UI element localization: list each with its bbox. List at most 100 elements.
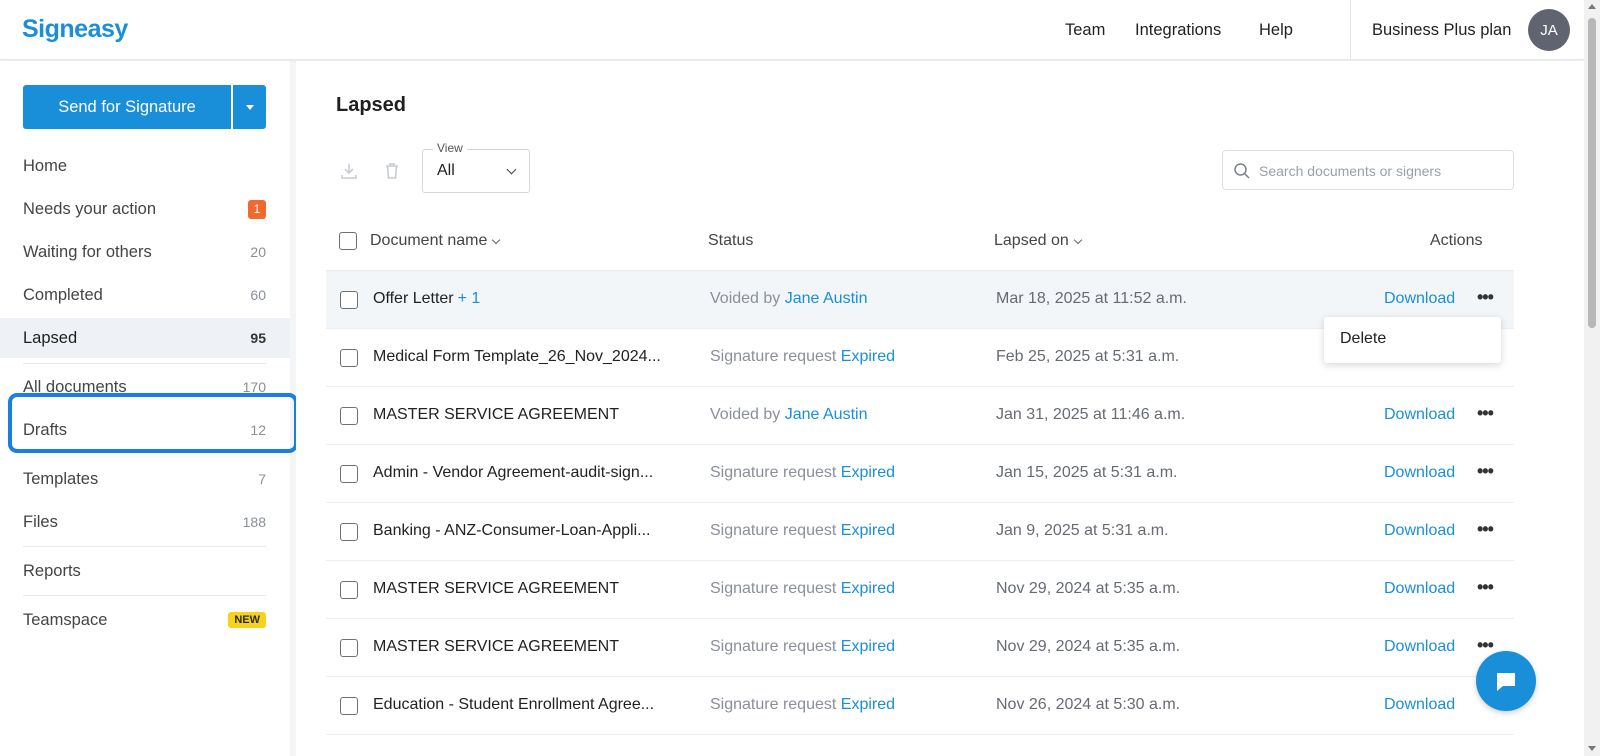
row-checkbox[interactable] [340,349,358,367]
row-checkbox[interactable] [340,465,358,483]
sidebar-item-count: 188 [242,514,266,530]
chevron-down-icon [506,164,517,175]
row-checkbox[interactable] [340,407,358,425]
sidebar-item-reports[interactable]: Reports [0,551,290,591]
top-bar: Signeasy Team Integrations Help Business… [0,0,1584,60]
row-checkbox[interactable] [340,697,358,715]
scroll-thumb[interactable] [1588,18,1596,328]
search-icon [1234,163,1250,179]
scroll-down-icon[interactable] [1588,746,1596,751]
download-link[interactable]: Download [1384,406,1455,424]
nav-integrations[interactable]: Integrations [1135,0,1221,60]
sidebar-item-teamspace[interactable]: Teamspace NEW [0,600,290,640]
lapsed-date: Nov 29, 2024 at 5:35 a.m. [996,580,1181,597]
download-link[interactable]: Download [1384,464,1455,482]
more-actions-icon[interactable]: ••• [1477,287,1494,308]
more-actions-icon[interactable]: ••• [1477,577,1494,598]
status-highlight: Expired [840,696,896,713]
table-row[interactable]: Education - Student Enrollment Agree... … [326,677,1514,735]
view-select[interactable]: View All [422,141,530,193]
download-link[interactable]: Download [1384,522,1455,540]
row-checkbox[interactable] [340,639,358,657]
sort-chevron-icon [492,235,501,244]
plan-label[interactable]: Business Plus plan [1372,0,1511,60]
more-actions-icon[interactable]: ••• [1477,403,1494,424]
document-name[interactable]: MASTER SERVICE AGREEMENT [373,580,619,598]
document-name[interactable]: Medical Form Template_26_Nov_2024... [373,348,661,366]
row-checkbox[interactable] [340,581,358,599]
document-name[interactable]: Education - Student Enrollment Agree... [373,696,654,714]
scroll-up-icon[interactable] [1588,4,1596,9]
row-checkbox[interactable] [340,523,358,541]
view-value: All [437,162,455,179]
sidebar-item-count: 7 [258,471,266,487]
column-lapsed-on[interactable]: Lapsed on [994,232,1082,250]
download-icon[interactable] [338,160,360,182]
row-actions-menu: Delete [1324,317,1501,363]
column-label: Actions [1430,232,1483,249]
vertical-scrollbar[interactable] [1584,0,1600,756]
sort-chevron-icon [1073,235,1082,244]
download-link[interactable]: Download [1384,290,1455,308]
nav-help[interactable]: Help [1259,0,1293,60]
sidebar-item-completed[interactable]: Completed 60 [0,275,290,315]
row-status: Voided by Jane Austin [710,406,868,423]
document-name[interactable]: Admin - Vendor Agreement-audit-sign... [373,464,653,482]
column-actions: Actions [1430,232,1482,250]
sidebar-item-count: 20 [250,244,266,260]
trash-icon[interactable] [381,160,403,182]
row-checkbox[interactable] [340,291,358,309]
extra-recipients[interactable]: + 1 [458,290,481,307]
app-logo[interactable]: Signeasy [22,15,128,44]
row-status: Signature request Expired [710,580,896,597]
more-actions-icon[interactable]: ••• [1477,635,1494,656]
table-row[interactable]: Banking - ANZ-Consumer-Loan-Appli... Sig… [326,503,1514,561]
topbar-divider [1350,0,1351,60]
status-highlight: Expired [840,464,896,481]
sidebar-item-files[interactable]: Files 188 [0,502,290,542]
document-name[interactable]: MASTER SERVICE AGREEMENT [373,638,619,656]
sidebar-item-label: Templates [23,469,99,488]
document-name[interactable]: MASTER SERVICE AGREEMENT [373,406,619,424]
menu-item-delete[interactable]: Delete [1340,330,1386,348]
view-legend: View [433,141,467,155]
document-name[interactable]: Banking - ANZ-Consumer-Loan-Appli... [373,522,650,540]
more-actions-icon[interactable]: ••• [1477,519,1494,540]
status-highlight: Expired [840,348,896,365]
status-highlight: Expired [840,580,896,597]
lapsed-date: Jan 31, 2025 at 11:46 a.m. [996,406,1186,423]
status-highlight: Expired [840,638,896,655]
needs-action-badge: 1 [248,199,266,219]
column-status: Status [708,232,753,250]
sidebar-item-waiting-for-others[interactable]: Waiting for others 20 [0,232,290,272]
sidebar-item-home[interactable]: Home [0,146,290,186]
chat-support-button[interactable] [1476,651,1536,711]
sidebar-item-label: Reports [23,561,81,580]
table-row[interactable]: MASTER SERVICE AGREEMENT Voided by Jane … [326,387,1514,445]
send-options-caret-icon[interactable] [233,85,266,129]
nav-team[interactable]: Team [1065,0,1105,60]
column-label: Status [708,232,754,249]
lapsed-date: Nov 26, 2024 at 5:30 a.m. [996,696,1181,713]
status-highlight: Jane Austin [784,290,868,307]
select-all-checkbox[interactable] [339,232,357,250]
column-document-name[interactable]: Document name [370,232,501,250]
sidebar-item-needs-your-action[interactable]: Needs your action 1 [0,189,290,229]
row-status: Signature request Expired [710,522,896,539]
sidebar-item-templates[interactable]: Templates 7 [0,459,290,499]
lapsed-date: Mar 18, 2025 at 11:52 a.m. [996,290,1187,307]
table-row[interactable]: MASTER SERVICE AGREEMENT Signature reque… [326,561,1514,619]
search-input[interactable]: Search documents or signers [1222,150,1514,190]
lapsed-date: Jan 15, 2025 at 5:31 a.m. [996,464,1178,481]
table-row[interactable]: Admin - Vendor Agreement-audit-sign... S… [326,445,1514,503]
status-highlight: Jane Austin [784,406,868,423]
download-link[interactable]: Download [1384,696,1455,714]
download-link[interactable]: Download [1384,638,1455,656]
table-row[interactable]: MASTER SERVICE AGREEMENT Signature reque… [326,619,1514,677]
download-link[interactable]: Download [1384,580,1455,598]
send-for-signature-button[interactable]: Send for Signature [23,85,231,129]
more-actions-icon[interactable]: ••• [1477,461,1494,482]
document-name[interactable]: Offer Letter + 1 [373,290,480,308]
sidebar-item-lapsed[interactable]: Lapsed 95 [0,318,290,358]
avatar[interactable]: JA [1528,9,1570,51]
